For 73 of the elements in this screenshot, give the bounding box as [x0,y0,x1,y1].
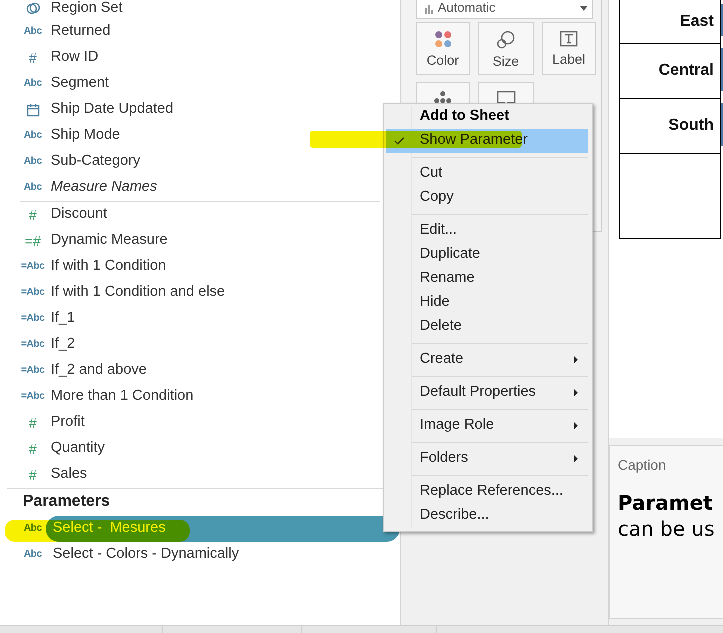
circles-icon [497,31,515,49]
section-header: Parameters [23,492,110,512]
field-item[interactable]: Segment [51,73,110,95]
field-item[interactable]: More than 1 Condition [51,386,194,408]
string-type-icon: Abc [24,183,42,193]
field-item[interactable]: Ship Mode [51,125,120,147]
menu-item[interactable]: Edit... [386,219,588,243]
marks-button[interactable]: Label [542,22,596,75]
caption-text: Paramet [618,490,714,516]
menu-item[interactable]: Create [386,348,588,372]
field-item[interactable]: Measure Names [51,177,158,199]
field-item[interactable]: Returned [51,21,111,43]
string-type-icon: =Abc [21,392,45,402]
caption-text: can be us [618,516,716,542]
string-type-icon: =Abc [21,366,45,376]
string-type-icon: Abc [24,550,42,560]
number-type-icon: =# [25,234,41,248]
text-box-icon [560,31,578,47]
caret-icon [580,6,588,10]
menu-item[interactable]: Default Properties [386,381,588,405]
menu-item[interactable]: Folders [386,447,588,471]
menu-header: Add to Sheet [419,107,510,126]
string-type-icon: =Abc [21,288,45,298]
string-type-icon: Abc [24,157,42,167]
field-item[interactable]: Row ID [51,47,99,69]
dots-icon [434,31,452,48]
string-type-icon: Abc [24,27,42,37]
menu-item[interactable]: Hide [386,291,588,315]
marks-button[interactable]: Size [478,22,534,75]
dots-icon [434,91,452,104]
mark-type-dropdown[interactable]: Automatic [416,0,593,19]
field-item[interactable]: If_2 [51,334,76,356]
number-type-icon: # [29,416,37,430]
dropdown-value: Automatic [438,0,497,18]
field-item[interactable]: Sub-Category [51,151,140,173]
menu-item[interactable]: Image Role [386,414,588,438]
menu-item[interactable]: Cut [386,162,588,186]
field-item[interactable]: Profit [51,412,85,434]
menu-item[interactable]: Delete [386,315,588,339]
string-type-icon: =Abc [21,340,45,350]
string-type-icon: =Abc [21,262,45,272]
string-type-icon: =Abc [21,314,45,324]
number-type-icon: # [29,468,37,482]
submenu-arrow-icon [574,455,578,463]
menu-item[interactable]: Rename [386,267,588,291]
string-type-icon: Abc [24,524,42,534]
number-type-icon: # [29,208,37,222]
field-item[interactable]: If with 1 Condition and else [51,282,226,304]
menu-item[interactable]: Copy [386,186,588,210]
field-item[interactable]: If with 1 Condition [51,256,166,278]
submenu-arrow-icon [574,422,578,430]
submenu-arrow-icon [574,389,578,397]
calendar-icon [26,104,40,116]
parameter-item[interactable]: Select - Colors - Dynamically [46,542,400,568]
menu-item[interactable]: Duplicate [386,243,588,267]
field-item[interactable]: If_2 and above [51,360,147,382]
number-type-icon: # [29,51,37,65]
field-item[interactable]: Region Set [51,0,123,20]
set-icon [26,2,40,15]
number-type-icon: # [29,442,37,456]
field-item[interactable]: Ship Date Updated [51,99,174,121]
field-item[interactable]: Dynamic Measure [51,230,168,252]
submenu-arrow-icon [574,356,578,364]
field-item[interactable]: If_1 [51,308,76,330]
menu-item[interactable]: Replace References... [386,480,588,504]
caption-title: Caption [618,456,668,475]
field-item[interactable]: Sales [51,464,88,486]
string-type-icon: Abc [24,79,42,89]
string-type-icon: Abc [24,131,42,141]
marks-button[interactable]: Color [416,22,470,75]
field-item[interactable]: Discount [51,204,108,226]
field-item[interactable]: Quantity [51,438,105,460]
bar-chart-icon [425,2,433,14]
